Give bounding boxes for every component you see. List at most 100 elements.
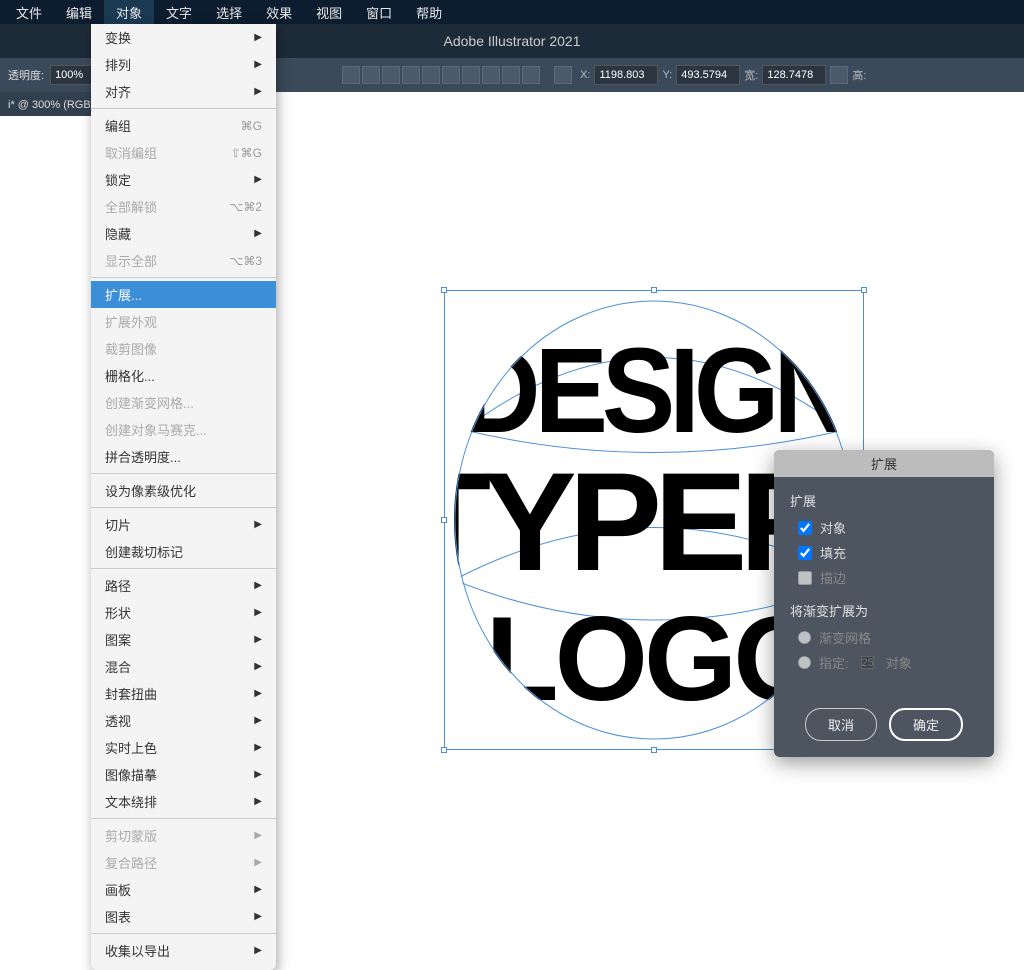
app-title: Adobe Illustrator 2021: [444, 33, 581, 49]
menu-select[interactable]: 选择: [204, 0, 254, 25]
dd-align[interactable]: 对齐▶: [91, 78, 276, 105]
dd-pattern[interactable]: 图案▶: [91, 626, 276, 653]
dd-envelope[interactable]: 封套扭曲▶: [91, 680, 276, 707]
chevron-right-icon: ▶: [254, 911, 262, 922]
chevron-right-icon: ▶: [254, 796, 262, 807]
dd-expand[interactable]: 扩展...: [91, 281, 276, 308]
dd-image-trace[interactable]: 图像描摹▶: [91, 761, 276, 788]
distribute-spacing-icon[interactable]: [502, 66, 520, 84]
dd-blend[interactable]: 混合▶: [91, 653, 276, 680]
dd-collect-export[interactable]: 收集以导出▶: [91, 937, 276, 964]
menu-window[interactable]: 窗口: [354, 0, 404, 25]
dd-ungroup: 取消编组⇧⌘G: [91, 139, 276, 166]
dd-crop-image: 裁剪图像: [91, 335, 276, 362]
dd-lock[interactable]: 锁定▶: [91, 166, 276, 193]
x-input[interactable]: [594, 65, 658, 85]
chevron-right-icon: ▶: [254, 86, 262, 97]
y-label: Y:: [662, 69, 672, 81]
dd-arrange[interactable]: 排列▶: [91, 51, 276, 78]
dd-live-paint[interactable]: 实时上色▶: [91, 734, 276, 761]
check-stroke: 描边: [798, 568, 978, 587]
handle-bottom-left[interactable]: [441, 747, 447, 753]
chevron-right-icon: ▶: [254, 688, 262, 699]
handle-mid-left[interactable]: [441, 517, 447, 523]
align-hcenter-icon[interactable]: [362, 66, 380, 84]
w-input[interactable]: [762, 65, 826, 85]
chevron-right-icon: ▶: [254, 607, 262, 618]
distribute-h-icon[interactable]: [462, 66, 480, 84]
dd-expand-appearance: 扩展外观: [91, 308, 276, 335]
dd-unlock-all: 全部解锁⌥⌘2: [91, 193, 276, 220]
check-object-input[interactable]: [798, 521, 812, 535]
distribute-v-icon[interactable]: [482, 66, 500, 84]
cancel-button[interactable]: 取消: [805, 708, 877, 741]
check-fill[interactable]: 填充: [798, 543, 978, 562]
menu-help[interactable]: 帮助: [404, 0, 454, 25]
dd-compound-path: 复合路径▶: [91, 849, 276, 876]
align-to-icon[interactable]: [522, 66, 540, 84]
dd-flatten[interactable]: 拼合透明度...: [91, 443, 276, 470]
radio-specify: 指定:对象: [798, 653, 978, 672]
align-right-icon[interactable]: [382, 66, 400, 84]
h-label: 高:: [852, 67, 866, 83]
check-stroke-input: [798, 571, 812, 585]
align-top-icon[interactable]: [402, 66, 420, 84]
handle-bottom-mid[interactable]: [651, 747, 657, 753]
align-left-icon[interactable]: [342, 66, 360, 84]
expand-dialog: 扩展 扩展 对象 填充 描边 将渐变扩展为 渐变网格 指定:对象 取消 确定: [774, 450, 994, 757]
chevron-right-icon: ▶: [254, 634, 262, 645]
dd-group[interactable]: 编组⌘G: [91, 112, 276, 139]
align-bottom-icon[interactable]: [442, 66, 460, 84]
object-dropdown: 变换▶ 排列▶ 对齐▶ 编组⌘G 取消编组⇧⌘G 锁定▶ 全部解锁⌥⌘2 隐藏▶…: [91, 24, 276, 970]
chevron-right-icon: ▶: [254, 519, 262, 530]
handle-top-left[interactable]: [441, 287, 447, 293]
opacity-label: 透明度:: [8, 67, 44, 83]
menu-object[interactable]: 对象: [104, 0, 154, 25]
chevron-right-icon: ▶: [254, 580, 262, 591]
radio-mesh: 渐变网格: [798, 628, 978, 647]
specify-count-input: [861, 656, 874, 669]
dd-rasterize[interactable]: 栅格化...: [91, 362, 276, 389]
menu-file[interactable]: 文件: [4, 0, 54, 25]
menu-view[interactable]: 视图: [304, 0, 354, 25]
x-label: X:: [580, 69, 590, 81]
dd-show-all: 显示全部⌥⌘3: [91, 247, 276, 274]
align-vcenter-icon[interactable]: [422, 66, 440, 84]
dd-slice[interactable]: 切片▶: [91, 511, 276, 538]
check-fill-input[interactable]: [798, 546, 812, 560]
dd-path[interactable]: 路径▶: [91, 572, 276, 599]
chevron-right-icon: ▶: [254, 769, 262, 780]
handle-top-mid[interactable]: [651, 287, 657, 293]
dd-trim-marks[interactable]: 创建裁切标记: [91, 538, 276, 565]
dd-pixel-perfect[interactable]: 设为像素级优化: [91, 477, 276, 504]
chevron-right-icon: ▶: [254, 857, 262, 868]
handle-top-right[interactable]: [861, 287, 867, 293]
ok-button[interactable]: 确定: [889, 708, 963, 741]
dd-artboards[interactable]: 画板▶: [91, 876, 276, 903]
menubar: 文件 编辑 对象 文字 选择 效果 视图 窗口 帮助: [0, 0, 1024, 24]
chevron-right-icon: ▶: [254, 661, 262, 672]
check-object[interactable]: 对象: [798, 518, 978, 537]
opacity-input[interactable]: [50, 65, 94, 85]
chevron-right-icon: ▶: [254, 32, 262, 43]
radio-mesh-input: [798, 631, 811, 644]
expand-section-heading: 扩展: [790, 491, 978, 510]
radio-specify-input: [798, 656, 811, 669]
chevron-right-icon: ▶: [254, 945, 262, 956]
dd-perspective[interactable]: 透视▶: [91, 707, 276, 734]
y-input[interactable]: [676, 65, 740, 85]
menu-effect[interactable]: 效果: [254, 0, 304, 25]
link-wh-icon[interactable]: [830, 66, 848, 84]
chevron-right-icon: ▶: [254, 228, 262, 239]
dd-graph[interactable]: 图表▶: [91, 903, 276, 930]
dd-shape[interactable]: 形状▶: [91, 599, 276, 626]
dd-hide[interactable]: 隐藏▶: [91, 220, 276, 247]
dd-text-wrap[interactable]: 文本绕排▶: [91, 788, 276, 815]
transform-panel-icon[interactable]: [554, 66, 572, 84]
menu-type[interactable]: 文字: [154, 0, 204, 25]
menu-edit[interactable]: 编辑: [54, 0, 104, 25]
dialog-title: 扩展: [774, 450, 994, 477]
dd-gradient-mesh: 创建渐变网格...: [91, 389, 276, 416]
chevron-right-icon: ▶: [254, 59, 262, 70]
dd-transform[interactable]: 变换▶: [91, 24, 276, 51]
